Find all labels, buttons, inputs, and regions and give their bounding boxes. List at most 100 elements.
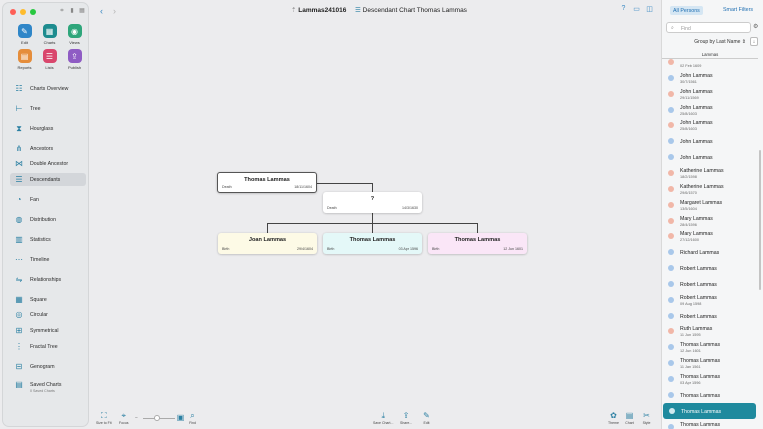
nav-item-genogram[interactable]: ⊟ Genogram — [10, 360, 86, 373]
person-node-spouse[interactable]: ? Death 14/3/1630 — [323, 192, 422, 213]
nav-item-statistics[interactable]: ▥ Statistics — [10, 233, 86, 246]
person-row[interactable]: John Lammas 29/11/1569 — [662, 86, 758, 102]
nav-item-square[interactable]: ▦ Square — [10, 293, 86, 306]
nav-item-tree[interactable]: ⊢ Tree — [10, 102, 86, 115]
tool-publish-button[interactable]: ⇪ Publish — [62, 49, 87, 70]
size-to-fit-button[interactable]: ⛶ Size to Fit — [96, 411, 112, 425]
person-row[interactable]: Katherine Lammas 29/6/1570 — [662, 181, 758, 197]
nav-item-symmetrical[interactable]: ⊞ Symmetrical — [10, 324, 86, 337]
tool-lists-button[interactable]: ☰ Lists — [37, 49, 62, 70]
search-options-icon[interactable]: ⚙ — [753, 23, 758, 30]
database-title: ⇡ Lammas241016 — [291, 6, 346, 14]
chart-canvas[interactable]: Thomas Lammas Death 18/11/1604 ? Death 1… — [91, 20, 659, 408]
female-dot-icon — [668, 201, 674, 208]
tool-charts-button[interactable]: ▦ Charts — [37, 24, 62, 45]
zoom-out-icon[interactable]: − — [135, 415, 138, 421]
publish-icon: ⇪ — [67, 49, 82, 63]
person-row[interactable]: Richard Lammas — [662, 244, 758, 260]
sidebar-toggle-icon[interactable]: ▭ — [633, 5, 640, 13]
person-row[interactable]: Mary Lammas 28/4/1596 — [662, 213, 758, 229]
person-node-child[interactable]: Joan Lammas Birth 29/4/1604 — [218, 233, 317, 254]
search-placeholder: Find — [681, 26, 691, 32]
male-dot-icon — [668, 154, 674, 161]
nav-item-hourglass[interactable]: ⧗ Hourglass — [10, 122, 86, 135]
nav-item-circular[interactable]: ◎ Circular — [10, 308, 86, 321]
all-persons-tab[interactable]: All Persons — [670, 6, 703, 15]
nav-item-fan[interactable]: ◔ Fan — [10, 193, 86, 206]
person-date: 11 Jun 1595 — [680, 333, 701, 338]
person-row[interactable]: John Lammas 25/8/1603 — [662, 117, 758, 133]
nav-item-saved-charts[interactable]: ▤ Saved Charts 0 Saved Charts — [10, 378, 86, 393]
person-date: 02 Feb 1609 — [680, 64, 702, 68]
connector-line — [372, 213, 373, 223]
person-row[interactable]: Ruth Lammas 11 Jun 1595 — [662, 323, 758, 339]
person-node-child[interactable]: Thomas Lammas Birth 03 Apr 1596 — [323, 233, 422, 254]
tool-reports-button[interactable]: ▤ Reports — [12, 49, 37, 70]
scrollbar[interactable] — [759, 150, 761, 290]
nav-item-timeline[interactable]: ⋯ Timeline — [10, 253, 86, 266]
nav-item-ancestors[interactable]: ⋔ Ancestors — [10, 142, 86, 155]
zoom-in-button[interactable]: ▣ — [176, 413, 185, 422]
style-button[interactable]: ✂ Style — [642, 411, 651, 425]
person-row[interactable]: John Lammas — [662, 133, 758, 149]
chart-label: Chart — [625, 421, 634, 425]
minimize-window-button[interactable] — [20, 9, 26, 15]
person-row[interactable]: Katherine Lammas 18/2/1598 — [662, 165, 758, 181]
person-row[interactable]: Thomas Lammas — [662, 387, 758, 403]
panel-toggle-icon[interactable]: ◫ — [646, 5, 653, 13]
grid-icon[interactable]: ▦ — [79, 8, 85, 14]
statistics-icon: ▥ — [15, 235, 23, 244]
person-row[interactable]: Thomas Lammas 12 Jun 1601 — [662, 339, 758, 355]
person-row[interactable]: 02 Feb 1609 — [662, 58, 758, 70]
bookmark-icon[interactable]: ▮ — [69, 8, 75, 14]
person-row[interactable]: John Lammas 25/8/1603 — [662, 102, 758, 118]
save-chart-label: Save Chart... — [373, 421, 394, 425]
theme-button[interactable]: ✿ Theme — [608, 411, 619, 425]
nav-item-relationships[interactable]: ⇋ Relationships — [10, 273, 86, 286]
person-row[interactable]: Thomas Lammas 03 Apr 1596 — [662, 371, 758, 387]
nav-item-charts-overview[interactable]: ☷ Charts Overview — [10, 82, 86, 95]
person-node-child[interactable]: Thomas Lammas Birth 12 Jun 1601 — [428, 233, 527, 254]
tool-edit-button[interactable]: ✎ Edit — [12, 24, 37, 45]
forward-arrow-icon[interactable]: › — [113, 6, 116, 16]
zoom-window-button[interactable] — [30, 9, 36, 15]
person-row[interactable]: Robert Lammas — [662, 260, 758, 276]
person-row[interactable]: Margaret Lammas 13/5/1604 — [662, 197, 758, 213]
person-row[interactable]: Robert Lammas 09 Aug 1598 — [662, 292, 758, 308]
theme-label: Theme — [608, 421, 619, 425]
chart-button[interactable]: ▤ Chart — [625, 411, 634, 425]
person-row[interactable]: Thomas Lammas14/2/1597 — [662, 419, 758, 429]
nav-item-double-ancestor[interactable]: ⋈ Double Ancestor — [10, 157, 86, 170]
sort-icon[interactable]: ↓ — [750, 37, 758, 46]
person-row[interactable]: Robert Lammas — [662, 308, 758, 324]
persons-list[interactable]: 02 Feb 1609 John Lammas 30/7/1561 John Lamm… — [662, 58, 758, 429]
bottom-toolbar: ⛶ Size to Fit ⌖ Focus − ▣ ⌕ Find ⤓ Save Char… — [91, 408, 659, 429]
share-button[interactable]: ⇪ Share... — [400, 411, 412, 425]
nav-item-label: Square — [30, 296, 47, 303]
person-row[interactable]: Robert Lammas — [662, 276, 758, 292]
close-window-button[interactable] — [10, 9, 16, 15]
edit-button[interactable]: ✎ Edit — [422, 411, 431, 425]
female-dot-icon — [668, 328, 674, 335]
tool-views-button[interactable]: ◉ Views — [62, 24, 87, 45]
person-row[interactable]: Mary Lammas 27/12/1600 — [662, 228, 758, 244]
person-row[interactable]: John Lammas 30/7/1561 — [662, 70, 758, 86]
nav-item-distribution[interactable]: ◍ Distribution — [10, 213, 86, 226]
person-row[interactable]: John Lammas — [662, 149, 758, 165]
focus-button[interactable]: ⌖ Focus — [119, 411, 129, 425]
group-by-select[interactable]: Group by Last Name ⇕ — [684, 37, 746, 47]
find-button[interactable]: ⌕ Find — [188, 411, 197, 425]
person-row[interactable]: Thomas Lammas — [663, 402, 756, 419]
search-field[interactable]: ⌕ Find — [666, 22, 751, 33]
smart-filters-tab[interactable]: Smart Filters — [723, 7, 753, 13]
save-chart-button[interactable]: ⤓ Save Chart... — [373, 411, 393, 425]
zoom-slider-knob[interactable] — [154, 415, 160, 421]
help-icon[interactable]: ? — [620, 5, 627, 12]
tag-icon[interactable]: ⌗ — [59, 8, 65, 14]
person-node-root[interactable]: Thomas Lammas Death 18/11/1604 — [217, 172, 317, 193]
person-row[interactable]: Thomas Lammas 11 Jan 1561 — [662, 355, 758, 371]
nav-item-descendants[interactable]: ☰ Descendants — [10, 173, 86, 186]
nav-item-fractal-tree[interactable]: ⋮ Fractal Tree — [10, 340, 86, 353]
persons-panel: All Persons Smart Filters ⌕ Find ⚙ Group… — [661, 0, 763, 429]
back-arrow-icon[interactable]: ‹ — [100, 6, 103, 16]
